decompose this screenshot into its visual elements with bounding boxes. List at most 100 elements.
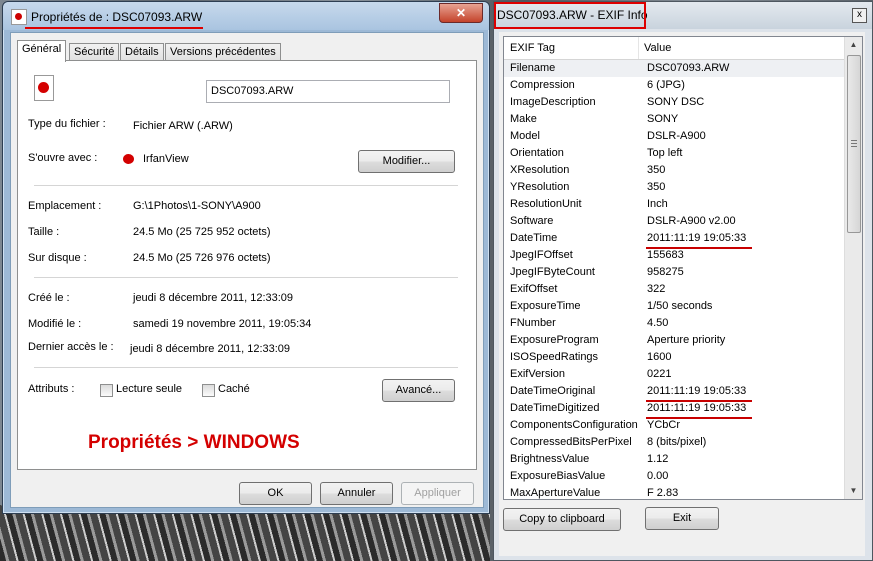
- exif-value-cell: 0.00: [647, 470, 669, 482]
- modified-value: samedi 19 novembre 2011, 19:05:34: [133, 318, 312, 330]
- file-icon: [11, 9, 27, 25]
- exif-row[interactable]: BrightnessValue 1.12: [504, 451, 844, 468]
- accessed-label: Dernier accès le :: [28, 341, 114, 353]
- ok-button[interactable]: OK: [239, 482, 312, 505]
- exif-value-cell: 1600: [647, 351, 672, 363]
- close-button[interactable]: ✕: [439, 3, 483, 23]
- exif-row[interactable]: JpegIFByteCount 958275: [504, 264, 844, 281]
- exif-value-cell: 0221: [647, 368, 672, 380]
- exif-value-cell: 2011:11:19 19:05:33: [647, 402, 747, 414]
- tab-previous-versions[interactable]: Versions précédentes: [165, 43, 281, 61]
- location-label: Emplacement :: [28, 200, 102, 212]
- exif-row[interactable]: YResolution 350: [504, 179, 844, 196]
- exif-window: DSC07093.ARW - EXIF Info x EXIF Tag Valu…: [493, 1, 873, 561]
- scroll-up-arrow[interactable]: ▲: [845, 37, 862, 53]
- exif-tag-cell: Filename: [510, 62, 556, 74]
- exif-row[interactable]: FNumber 4.50: [504, 315, 844, 332]
- exif-row[interactable]: ComponentsConfiguration YCbCr: [504, 417, 844, 434]
- scroll-down-arrow[interactable]: ▼: [845, 483, 862, 499]
- scroll-thumb[interactable]: [847, 55, 861, 233]
- exif-row[interactable]: CompressedBitsPerPixel 8 (bits/pixel): [504, 434, 844, 451]
- exif-row[interactable]: Compression 6 (JPG): [504, 77, 844, 94]
- exif-row[interactable]: ImageDescription SONY DSC: [504, 94, 844, 111]
- vertical-scrollbar[interactable]: ▲ ▼: [844, 37, 862, 499]
- exif-row[interactable]: XResolution 350: [504, 162, 844, 179]
- column-header-value[interactable]: Value: [644, 42, 671, 54]
- exif-tag-cell: ExifOffset: [510, 283, 558, 295]
- exit-button[interactable]: Exit: [645, 507, 719, 530]
- exif-row[interactable]: Make SONY: [504, 111, 844, 128]
- exif-row[interactable]: Model DSLR-A900: [504, 128, 844, 145]
- exif-row[interactable]: DateTimeOriginal 2011:11:19 19:05:33: [504, 383, 844, 402]
- exif-row[interactable]: DateTime 2011:11:19 19:05:33: [504, 230, 844, 249]
- copy-to-clipboard-button[interactable]: Copy to clipboard: [503, 508, 621, 531]
- exif-tag-cell: XResolution: [510, 164, 570, 176]
- exif-value-cell: Inch: [647, 198, 668, 210]
- exif-row[interactable]: ExposureBiasValue 0.00: [504, 468, 844, 485]
- exif-value-cell: YCbCr: [647, 419, 681, 431]
- exif-value-cell: DSC07093.ARW: [647, 62, 730, 74]
- exif-row[interactable]: ResolutionUnit Inch: [504, 196, 844, 213]
- exif-row[interactable]: MaxApertureValue F 2.83: [504, 485, 844, 499]
- exif-row[interactable]: ExifOffset 322: [504, 281, 844, 298]
- readonly-checkbox[interactable]: [100, 384, 113, 397]
- exif-tag-cell: ComponentsConfiguration: [510, 419, 638, 431]
- column-divider[interactable]: [638, 37, 639, 59]
- exif-tag-cell: MaxApertureValue: [510, 487, 601, 499]
- modified-label: Modifié le :: [28, 318, 82, 330]
- exif-value-cell: 2011:11:19 19:05:33: [647, 385, 747, 397]
- type-value: Fichier ARW (.ARW): [133, 120, 233, 132]
- exif-row[interactable]: Orientation Top left: [504, 145, 844, 162]
- title-highlight: [494, 2, 646, 29]
- hidden-label[interactable]: Caché: [218, 383, 250, 395]
- hidden-checkbox[interactable]: [202, 384, 215, 397]
- exif-tag-cell: Software: [510, 215, 554, 227]
- exif-value-cell: 1.12: [647, 453, 669, 465]
- file-type-icon: [34, 75, 54, 101]
- exif-row[interactable]: ExposureProgram Aperture priority: [504, 332, 844, 349]
- exif-body: EXIF Tag Value Filename DSC07093.ARW Compr…: [499, 32, 865, 556]
- exif-rows: Filename DSC07093.ARW Compression 6 (JPG) Im…: [504, 60, 844, 499]
- exif-tag-cell: DateTimeDigitized: [510, 402, 600, 414]
- readonly-label[interactable]: Lecture seule: [116, 383, 182, 395]
- column-header-tag[interactable]: EXIF Tag: [510, 42, 555, 54]
- advanced-button[interactable]: Avancé...: [382, 379, 455, 402]
- exif-row[interactable]: ExifVersion 0221: [504, 366, 844, 383]
- exif-value-cell: 4.50: [647, 317, 669, 329]
- properties-titlebar[interactable]: Propriétés de : DSC07093.ARW ✕: [3, 2, 489, 30]
- modify-button[interactable]: Modifier...: [358, 150, 455, 173]
- filename-field[interactable]: DSC07093.ARW: [206, 80, 450, 103]
- exif-tag-cell: ExposureTime: [510, 300, 581, 312]
- exif-titlebar[interactable]: DSC07093.ARW - EXIF Info x: [494, 2, 872, 29]
- exif-close-button[interactable]: x: [852, 8, 867, 23]
- tab-general[interactable]: Général: [17, 40, 67, 62]
- exif-value-cell: 2011:11:19 19:05:33: [647, 232, 747, 244]
- disk-size-label: Sur disque :: [28, 252, 87, 264]
- irfanview-icon: [122, 152, 136, 166]
- exif-value-cell: 350: [647, 164, 666, 176]
- attributes-label: Attributs :: [28, 383, 75, 395]
- exif-list-header: EXIF Tag Value: [504, 37, 844, 60]
- tab-security[interactable]: Sécurité: [69, 43, 120, 61]
- exif-tag-cell: CompressedBitsPerPixel: [510, 436, 632, 448]
- annotation-note: Propriétés > WINDOWS: [88, 432, 300, 453]
- exif-tag-cell: Model: [510, 130, 540, 142]
- exif-row[interactable]: Software DSLR-A900 v2.00: [504, 213, 844, 230]
- tab-details[interactable]: Détails: [120, 43, 164, 61]
- exif-row[interactable]: Filename DSC07093.ARW: [504, 60, 844, 77]
- separator: [34, 277, 458, 278]
- exif-value-cell: DSLR-A900 v2.00: [647, 215, 736, 227]
- exif-value-cell: 1/50 seconds: [647, 300, 713, 312]
- separator: [34, 367, 458, 368]
- apply-button[interactable]: Appliquer: [401, 482, 474, 505]
- exif-row[interactable]: JpegIFOffset 155683: [504, 247, 844, 264]
- exif-value-cell: Top left: [647, 147, 683, 159]
- cancel-button[interactable]: Annuler: [320, 482, 393, 505]
- exif-row[interactable]: DateTimeDigitized 2011:11:19 19:05:33: [504, 400, 844, 419]
- exif-list[interactable]: EXIF Tag Value Filename DSC07093.ARW Compr…: [503, 36, 863, 500]
- exif-row[interactable]: ISOSpeedRatings 1600: [504, 349, 844, 366]
- window-title: Propriétés de : DSC07093.ARW: [31, 10, 203, 24]
- exif-row[interactable]: ExposureTime 1/50 seconds: [504, 298, 844, 315]
- exif-value-cell: 322: [647, 283, 666, 295]
- exif-tag-cell: YResolution: [510, 181, 570, 193]
